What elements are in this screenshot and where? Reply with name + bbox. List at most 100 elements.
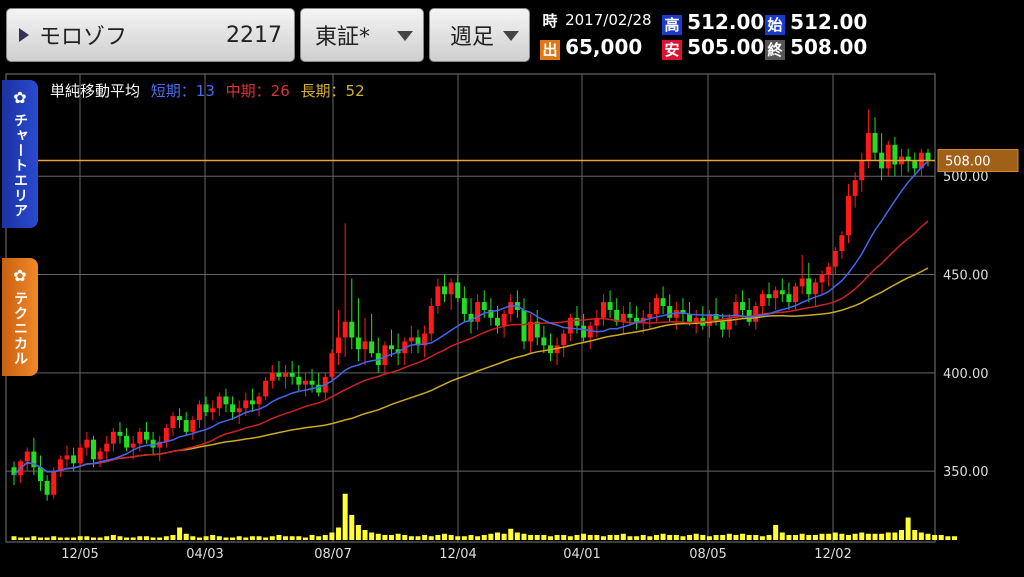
volume-bar [71, 537, 77, 540]
candle-body [190, 420, 196, 432]
volume-bar [37, 537, 43, 540]
stock-selector-button[interactable]: モロゾフ 2217 [6, 8, 295, 62]
volume-bar [309, 535, 315, 540]
volume-bar [846, 535, 852, 540]
candle-body [806, 278, 812, 295]
current-price-label: 508.00 [945, 155, 991, 170]
volume-bar [826, 533, 832, 540]
volume-bar [494, 532, 500, 540]
volume-bar [236, 536, 242, 540]
volume-bar [342, 493, 348, 540]
candle-body [872, 132, 878, 153]
candle-body [110, 431, 116, 444]
candle-body [859, 160, 865, 181]
volume-bar [786, 535, 792, 540]
candle-body [799, 278, 805, 287]
volume-bar [31, 536, 37, 540]
volume-bar [865, 533, 871, 540]
volume-bar [302, 537, 308, 540]
play-icon [19, 28, 29, 42]
volume-bar [938, 535, 944, 540]
volume-bar [97, 537, 103, 540]
candle-body [620, 313, 626, 322]
candlestick-chart[interactable]: 12/05 04/03 08/07 12/04 04/01 08/05 12/02 350.0… [0, 70, 1024, 577]
candle-body [249, 400, 255, 405]
volume-bar [925, 533, 931, 540]
volume-bar [740, 533, 746, 540]
volume-bar [640, 535, 646, 540]
candle-body [256, 396, 262, 405]
x-tick-label: 12/05 [61, 547, 98, 562]
volume-bar [905, 517, 911, 540]
chart-area-tab[interactable]: ✿ チャートエリア [2, 80, 38, 228]
x-tick-label: 08/05 [689, 547, 726, 562]
candle-body [541, 337, 547, 346]
candle-body [309, 380, 315, 385]
candle-body [24, 451, 30, 462]
volume-bar [945, 536, 951, 540]
period-dropdown[interactable]: 週足 [429, 8, 530, 62]
candle-body [528, 321, 534, 342]
volume-bar [561, 535, 567, 540]
volume-bar [508, 528, 514, 540]
candle-body [130, 443, 136, 448]
candle-body [236, 408, 242, 413]
volume-bar [24, 537, 30, 540]
volume-bar [183, 533, 189, 540]
market-dropdown[interactable]: 東証* [300, 8, 424, 62]
volume-bar [899, 530, 905, 540]
volume-bar [455, 536, 461, 540]
period-value: 週足 [450, 25, 495, 50]
chevron-down-icon [397, 31, 413, 41]
volume-bar [395, 533, 401, 540]
volume-bar [435, 535, 441, 540]
candle-body [865, 132, 871, 161]
candle-body [336, 337, 342, 354]
candle-body [302, 380, 308, 385]
volume-bar [547, 536, 553, 540]
candle-body [826, 266, 832, 275]
volume-bar [660, 533, 666, 540]
volume-bar [296, 536, 302, 540]
volume-bar [243, 537, 249, 540]
volume-bar [18, 537, 24, 540]
volume-bar [726, 533, 732, 540]
candle-body [461, 298, 467, 314]
candle-body [183, 420, 189, 432]
volume-bar [150, 537, 156, 540]
volume-bar [839, 533, 845, 540]
low-value: 505.00 [687, 35, 765, 59]
candle-body [84, 439, 90, 448]
volume-bar [521, 533, 527, 540]
volume-bar [859, 532, 865, 540]
candle-body [892, 144, 898, 165]
volume-bar [892, 532, 898, 540]
technical-tab[interactable]: ✿ テクニカル [2, 258, 38, 376]
volume-bar [594, 535, 600, 540]
volume-bar [733, 535, 739, 540]
date-info: 時 2017/02/28 [540, 10, 652, 31]
volume-bar [124, 537, 130, 540]
volume-bar [793, 535, 799, 540]
volume-bar [687, 535, 693, 540]
volume-bar [256, 536, 262, 540]
candle-body [177, 416, 183, 421]
candle-body [296, 376, 302, 385]
volume-bar [534, 535, 540, 540]
volume-bar [117, 536, 123, 540]
volume-bar [316, 536, 322, 540]
volume-bar [283, 536, 289, 540]
candle-body [210, 408, 216, 413]
volume-bar [349, 515, 355, 540]
volume-info: 出 65,000 [540, 35, 642, 60]
candle-body [773, 290, 779, 299]
volume-bar [216, 536, 222, 540]
candle-body [349, 321, 355, 338]
volume-bar [51, 536, 57, 540]
volume-bar [130, 537, 136, 540]
volume-bar [177, 527, 183, 540]
candle-body [912, 160, 918, 169]
volume-bar [362, 530, 368, 540]
candle-body [203, 404, 209, 413]
candle-body [667, 306, 673, 318]
